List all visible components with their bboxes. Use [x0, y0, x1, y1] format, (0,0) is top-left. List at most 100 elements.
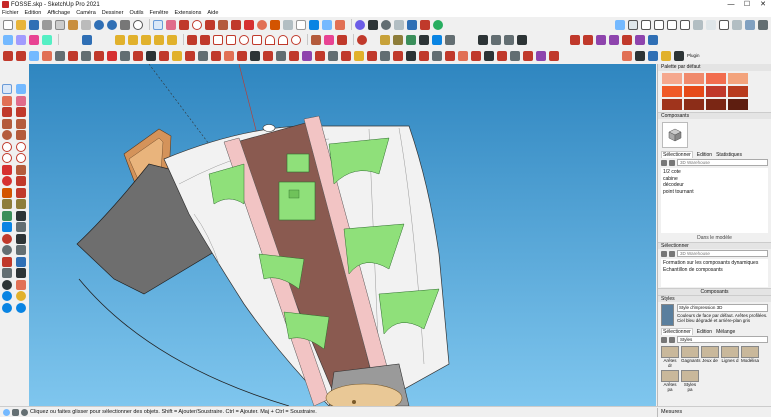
tab-selectionner[interactable]: Sélectionner: [661, 151, 693, 158]
pie-left-icon[interactable]: [16, 153, 26, 163]
section-left-icon[interactable]: [16, 279, 26, 290]
arc2-left-icon[interactable]: [16, 141, 26, 152]
tool-x-icon[interactable]: [367, 50, 377, 61]
paint-bucket-icon[interactable]: [335, 19, 345, 30]
zoom-extents-left-icon[interactable]: [2, 256, 12, 267]
tool-ah-icon[interactable]: [497, 50, 507, 61]
dimension-icon[interactable]: [322, 19, 332, 30]
tool-o-icon[interactable]: [250, 50, 260, 61]
section-fill-icon[interactable]: [491, 34, 501, 45]
model-info-icon[interactable]: [133, 19, 143, 30]
tool-h-icon[interactable]: [159, 50, 169, 61]
text-left-icon[interactable]: [16, 210, 26, 221]
tool-k-icon[interactable]: [198, 50, 208, 61]
color-swatch[interactable]: [684, 73, 704, 84]
plugin-2-icon[interactable]: [635, 50, 645, 61]
color-swatch[interactable]: [728, 86, 748, 97]
style-collection[interactable]: Lignes d: [721, 346, 739, 368]
components-footer[interactable]: Composants: [658, 288, 771, 295]
style-thumbnail[interactable]: [661, 304, 675, 326]
tab-styles-selectionner[interactable]: Sélectionner: [661, 328, 693, 335]
rotate-icon[interactable]: [257, 19, 267, 30]
tape-2-icon[interactable]: [380, 34, 390, 45]
minimize-button[interactable]: —: [723, 0, 739, 9]
previous-left-icon[interactable]: [16, 256, 26, 267]
section-plane-icon[interactable]: [478, 34, 488, 45]
list-item[interactable]: point tournant: [663, 189, 766, 196]
freehand-left-icon[interactable]: [16, 107, 26, 117]
rotated-rect-icon[interactable]: [226, 34, 236, 45]
text-icon[interactable]: [296, 19, 306, 30]
color-swatch[interactable]: [728, 73, 748, 84]
follow-me-icon[interactable]: [324, 34, 334, 45]
trash-icon[interactable]: [517, 34, 527, 45]
color-swatch[interactable]: [706, 99, 726, 110]
3d-text-left-icon[interactable]: [16, 222, 26, 232]
menu-fichier[interactable]: Fichier: [2, 10, 19, 16]
iso-view-icon[interactable]: [615, 19, 625, 30]
tool-f-icon[interactable]: [133, 50, 143, 61]
tab-styles-melange[interactable]: Mélange: [716, 329, 735, 335]
rectangle-icon[interactable]: [213, 34, 223, 45]
tool-ad-icon[interactable]: [445, 50, 455, 61]
scale-icon[interactable]: [270, 19, 280, 30]
glasses-left-icon[interactable]: [2, 291, 12, 301]
info-icon[interactable]: [3, 408, 10, 416]
guide-icon[interactable]: [55, 50, 65, 61]
pan-icon[interactable]: [368, 19, 378, 30]
color-swatch[interactable]: [662, 73, 682, 84]
close-button[interactable]: ✕: [755, 0, 771, 9]
style-collection[interactable]: Gagnants: [681, 346, 701, 368]
world-left-icon[interactable]: [16, 302, 26, 313]
arc-left-icon[interactable]: [2, 141, 12, 152]
dimension-3-icon[interactable]: [3, 50, 13, 61]
sandbox-5-icon[interactable]: [622, 34, 632, 45]
view-options-icon[interactable]: [661, 159, 667, 166]
tool-q-icon[interactable]: [276, 50, 286, 61]
menu-edition[interactable]: Edition: [25, 10, 42, 16]
color-swatch[interactable]: [706, 73, 726, 84]
components-panel-title[interactable]: Composants: [658, 112, 771, 119]
sun-left-icon[interactable]: [16, 291, 26, 301]
model-viewport[interactable]: [29, 64, 656, 406]
polygon-icon[interactable]: [252, 34, 262, 45]
select-icon[interactable]: [3, 34, 13, 45]
move-left-icon[interactable]: [2, 164, 12, 175]
components-search-input[interactable]: 3D Warehouse: [677, 159, 768, 166]
tool-w-icon[interactable]: [354, 50, 364, 61]
dimension-left-icon[interactable]: [16, 199, 26, 209]
tool-d-icon[interactable]: [107, 50, 117, 61]
plugin-1-icon[interactable]: [622, 50, 632, 61]
push-pull-icon[interactable]: [218, 19, 228, 30]
eye-left-icon[interactable]: [2, 302, 12, 313]
redo-icon[interactable]: [107, 19, 117, 30]
eraser-tool-icon[interactable]: [16, 95, 26, 106]
tool-ak-icon[interactable]: [536, 50, 546, 61]
copy-icon[interactable]: [55, 19, 65, 30]
circle-icon[interactable]: [239, 34, 249, 45]
scale-left-icon[interactable]: [2, 187, 12, 198]
tool-ac-icon[interactable]: [432, 50, 442, 61]
tool-u-icon[interactable]: [328, 50, 338, 61]
rotate-left-icon[interactable]: [2, 176, 12, 186]
solid-tool-4-icon[interactable]: [154, 34, 164, 45]
list-item[interactable]: Echantillon de composants: [663, 267, 766, 274]
menu-outils[interactable]: Outils: [129, 10, 143, 16]
rotated-rect-left-icon[interactable]: [16, 118, 26, 129]
follow-me-left-icon[interactable]: [16, 176, 26, 186]
sandbox-2-icon[interactable]: [583, 34, 593, 45]
arc-3-icon[interactable]: [278, 34, 288, 45]
back-view-icon[interactable]: [667, 19, 677, 30]
polygon-left-icon[interactable]: [16, 130, 26, 140]
solid-tool-3-icon[interactable]: [141, 34, 151, 45]
pan-left-icon[interactable]: [16, 233, 26, 244]
home-icon[interactable]: [669, 159, 675, 166]
zoom-left-icon[interactable]: [2, 245, 12, 255]
color-swatch[interactable]: [706, 86, 726, 97]
color-swatch[interactable]: [684, 99, 704, 110]
line-left-icon[interactable]: [2, 107, 12, 117]
undo-icon[interactable]: [94, 19, 104, 30]
wireframe-icon[interactable]: [706, 19, 716, 30]
solid-tool-1-icon[interactable]: [115, 34, 125, 45]
axes-2-icon[interactable]: [432, 34, 442, 45]
